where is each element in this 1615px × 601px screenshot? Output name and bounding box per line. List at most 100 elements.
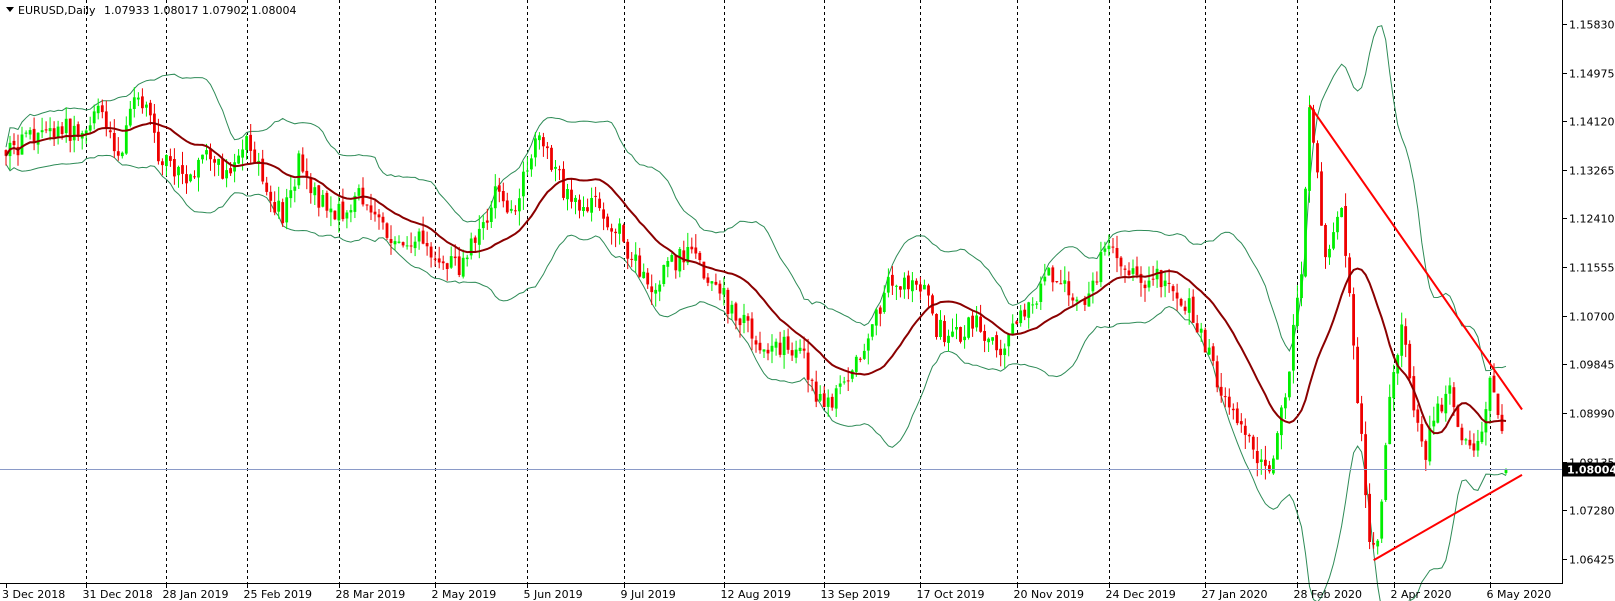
- candle: [1380, 499, 1384, 543]
- candle-body: [1420, 424, 1424, 442]
- candle-body: [245, 136, 248, 150]
- candle: [189, 173, 192, 183]
- candle-body: [903, 277, 906, 290]
- candle-body: [1179, 299, 1183, 306]
- candle: [1308, 95, 1311, 203]
- candle-body: [618, 223, 621, 234]
- candle-body: [485, 220, 489, 223]
- candle-body: [104, 111, 108, 129]
- candle-body: [1171, 286, 1175, 292]
- candle-body: [132, 97, 136, 109]
- candle-body: [32, 128, 36, 144]
- candle-body: [68, 118, 72, 141]
- candle-body: [1167, 282, 1171, 284]
- candle-body: [582, 207, 585, 211]
- candle-body: [959, 327, 962, 342]
- candle: [1203, 327, 1207, 353]
- price-tick-label: 1.14975: [1569, 68, 1615, 81]
- candle-body: [1272, 458, 1275, 474]
- candle-body: [241, 149, 244, 158]
- candle: [385, 222, 389, 240]
- candle-body: [501, 191, 505, 202]
- candle-body: [1320, 171, 1323, 226]
- price-tick-label: 1.10700: [1569, 311, 1615, 324]
- time-tick-label: 27 Jan 2020: [1202, 588, 1268, 601]
- price-tick-label: 1.12410: [1569, 213, 1615, 226]
- candle-body: [726, 289, 730, 314]
- candle-body: [185, 174, 188, 184]
- candle-body: [1364, 434, 1367, 496]
- candle-body: [999, 348, 1002, 356]
- candle-body: [309, 178, 313, 194]
- candle-body: [610, 228, 613, 232]
- candle-body: [862, 350, 866, 359]
- candle-body: [437, 258, 441, 263]
- candle-body: [546, 146, 549, 149]
- time-tick-label: 28 Jan 2019: [163, 588, 229, 601]
- time-tick-label: 2 Apr 2020: [1391, 588, 1452, 601]
- candle-body: [1227, 396, 1231, 408]
- candle-body: [590, 198, 593, 213]
- candle-body: [802, 348, 806, 351]
- candle-body: [40, 130, 44, 133]
- candle-body: [345, 212, 349, 219]
- candle-body: [56, 126, 60, 138]
- candle-body: [169, 156, 172, 161]
- candle-body: [518, 198, 521, 212]
- time-tick-label: 25 Feb 2019: [244, 588, 312, 601]
- candle-body: [550, 147, 553, 170]
- current-price-tag: 1.08004: [1563, 462, 1615, 477]
- price-tick-label: 1.14120: [1569, 116, 1615, 129]
- candle-body: [1428, 427, 1432, 462]
- candle-body: [217, 158, 220, 165]
- candle-body: [1352, 294, 1355, 346]
- candle-body: [895, 285, 898, 287]
- candle-body: [554, 166, 557, 169]
- candle-body: [1151, 278, 1155, 280]
- candle-body: [1448, 385, 1452, 394]
- candle-body: [165, 155, 168, 167]
- chart-canvas[interactable]: EURUSD,Daily 1.07933 1.08017 1.07902 1.0…: [0, 0, 1615, 601]
- candle-body: [1332, 232, 1335, 249]
- candle-body: [991, 337, 994, 341]
- candle-body: [1055, 281, 1059, 283]
- candle-body: [1207, 347, 1211, 355]
- candle: [1047, 267, 1051, 276]
- candle-body: [1372, 543, 1375, 545]
- candle-body: [1035, 303, 1039, 305]
- candle-body: [1360, 403, 1363, 434]
- candle-body: [935, 314, 938, 337]
- candle-body: [1219, 386, 1223, 396]
- candle-body: [814, 381, 818, 402]
- candle-body: [770, 345, 774, 352]
- price-tick-label: 1.11555: [1569, 262, 1615, 275]
- candle-body: [690, 246, 694, 250]
- candle-body: [237, 155, 240, 164]
- time-tick-label: 13 Sep 2019: [821, 588, 891, 601]
- candle-body: [842, 381, 846, 383]
- candle-body: [489, 207, 493, 222]
- candle-body: [136, 97, 140, 100]
- time-tick-label: 20 Nov 2019: [1014, 588, 1084, 601]
- candle-body: [1003, 348, 1007, 355]
- candle-body: [1023, 309, 1027, 317]
- candle-body: [810, 379, 814, 381]
- candle-body: [522, 171, 525, 197]
- candle-body: [128, 108, 132, 126]
- candle-body: [1476, 440, 1480, 451]
- candle-body: [1215, 361, 1219, 388]
- candle-body: [1091, 280, 1095, 292]
- candle-body: [826, 397, 830, 407]
- candle-body: [305, 170, 309, 177]
- candle-body: [786, 336, 790, 350]
- time-tick-label: 2 May 2019: [432, 588, 497, 601]
- price-tick-label: 1.13265: [1569, 165, 1615, 178]
- candle-body: [401, 242, 405, 246]
- candle-body: [369, 205, 373, 213]
- candle-body: [1496, 393, 1500, 415]
- candle-body: [193, 176, 196, 178]
- candle-body: [678, 249, 682, 272]
- candle-body: [1063, 280, 1067, 284]
- candle-body: [987, 338, 990, 343]
- candle-body: [662, 265, 666, 284]
